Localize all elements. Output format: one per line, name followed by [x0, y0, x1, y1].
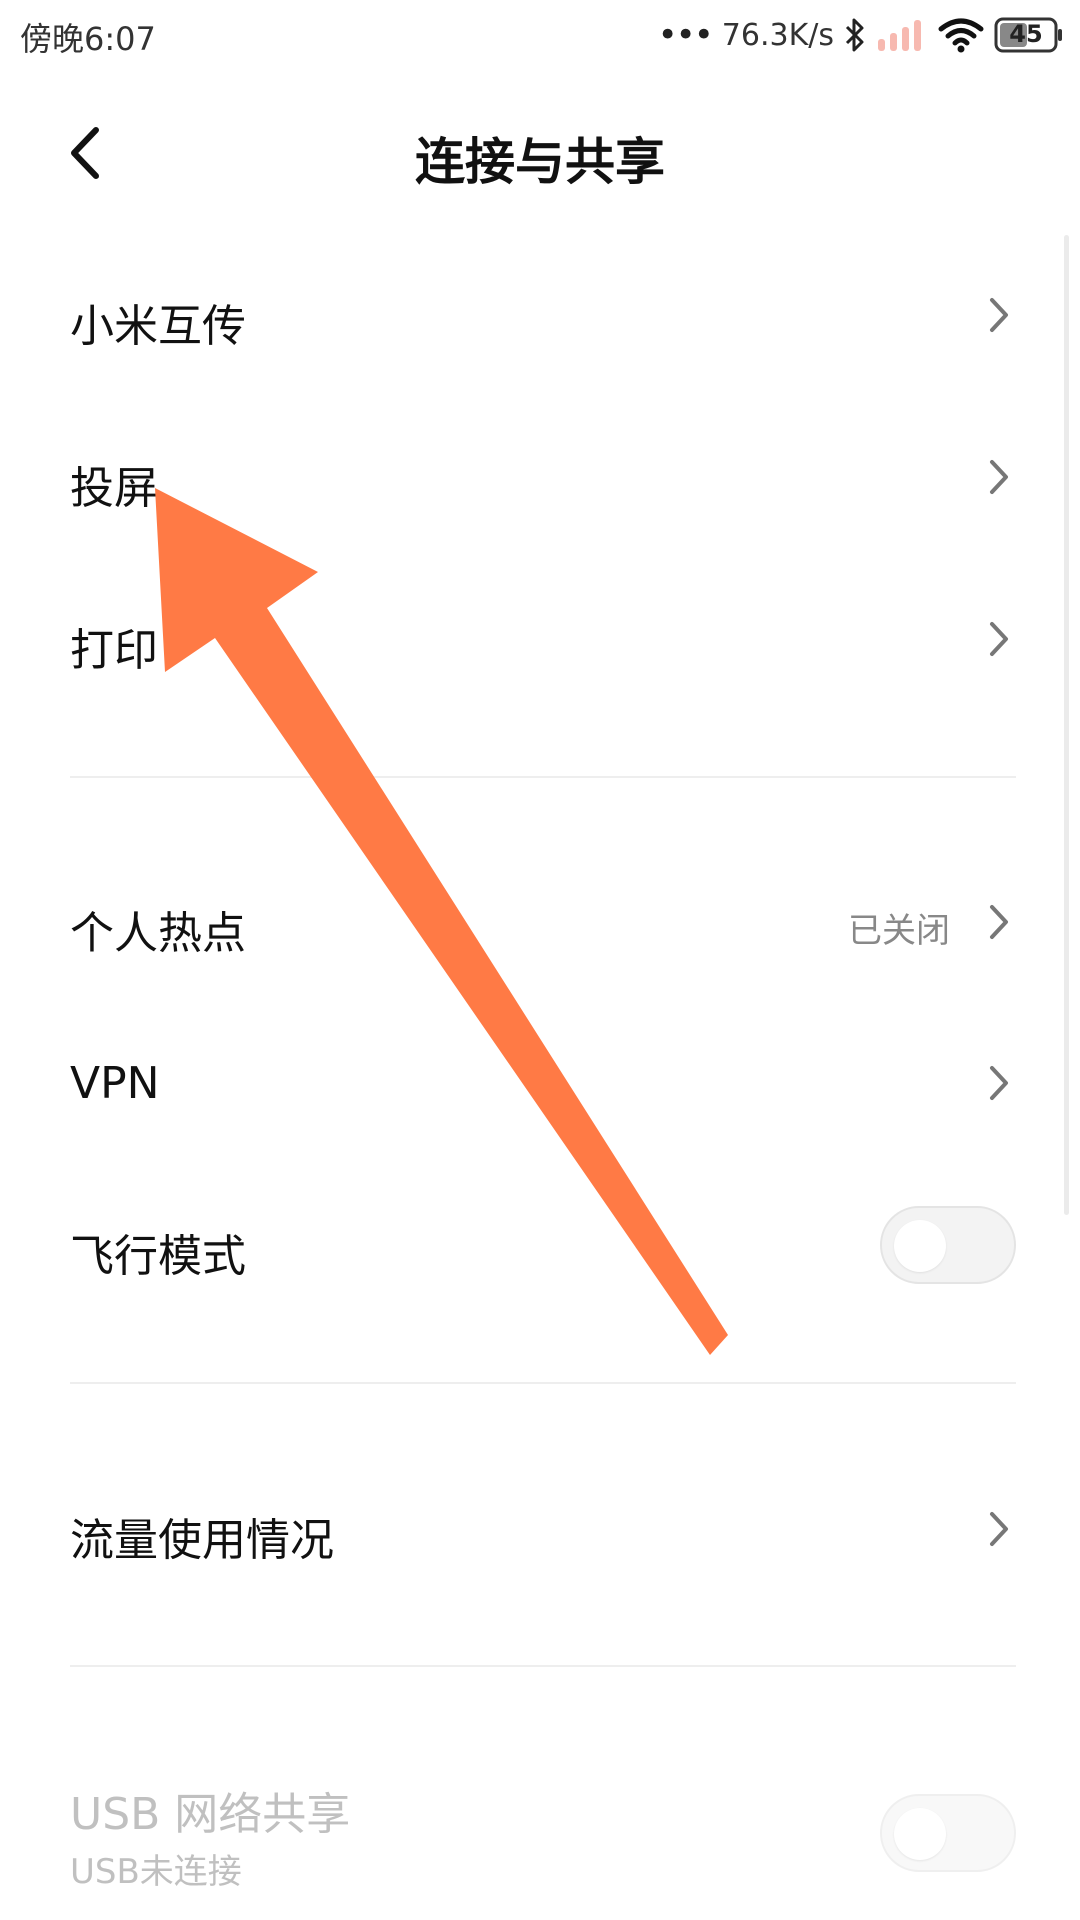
section-divider	[70, 1382, 1016, 1384]
toggle-knob	[894, 1220, 946, 1272]
airplane-mode-toggle[interactable]	[880, 1206, 1016, 1284]
hotspot-status: 已关闭	[848, 911, 950, 951]
section-divider	[70, 1665, 1016, 1667]
toggle-knob	[894, 1808, 946, 1860]
more-dots-icon: •••	[657, 15, 714, 55]
page-title: 连接与共享	[415, 133, 665, 191]
airplane-mode-label: 飞行模式	[70, 1231, 246, 1282]
chevron-right-icon	[990, 1066, 1008, 1100]
battery-level: 45	[1009, 20, 1043, 48]
bluetooth-icon	[845, 18, 864, 52]
mi-share-item[interactable]: 小米互传	[0, 250, 1080, 380]
status-bar: 傍晚6:07 ••• 76.3K/s 45	[0, 0, 1080, 72]
battery-icon: 45	[994, 17, 1066, 53]
chevron-right-icon	[990, 905, 1008, 939]
data-usage-label: 流量使用情况	[70, 1515, 334, 1566]
hotspot-label: 个人热点	[70, 908, 246, 959]
chevron-right-icon	[990, 622, 1008, 656]
hotspot-item[interactable]: 个人热点 已关闭	[0, 857, 1080, 987]
section-divider	[70, 776, 1016, 778]
chevron-right-icon	[990, 298, 1008, 332]
usb-tethering-toggle	[880, 1794, 1016, 1872]
vpn-label: VPN	[70, 1058, 160, 1109]
title-bar: 连接与共享	[0, 96, 1080, 216]
status-icons: ••• 76.3K/s 45	[658, 12, 1066, 58]
airplane-mode-item: 飞行模式	[0, 1180, 1080, 1310]
cast-item[interactable]: 投屏	[0, 412, 1080, 542]
chevron-right-icon	[990, 460, 1008, 494]
network-speed: 76.3K/s	[721, 17, 834, 53]
wifi-icon	[938, 18, 984, 53]
vpn-item[interactable]: VPN	[0, 1018, 1080, 1148]
chevron-right-icon	[990, 1512, 1008, 1546]
usb-tethering-status: USB未连接	[70, 1852, 242, 1892]
cast-label: 投屏	[70, 463, 158, 514]
print-item[interactable]: 打印	[0, 574, 1080, 704]
print-label: 打印	[70, 625, 158, 676]
usb-tethering-item: USB 网络共享 USB未连接	[0, 1770, 1080, 1920]
signal-icon	[878, 20, 921, 51]
usb-tethering-label: USB 网络共享	[70, 1789, 351, 1840]
status-time: 傍晚6:07	[20, 20, 156, 58]
data-usage-item[interactable]: 流量使用情况	[0, 1464, 1080, 1594]
mi-share-label: 小米互传	[70, 301, 246, 352]
